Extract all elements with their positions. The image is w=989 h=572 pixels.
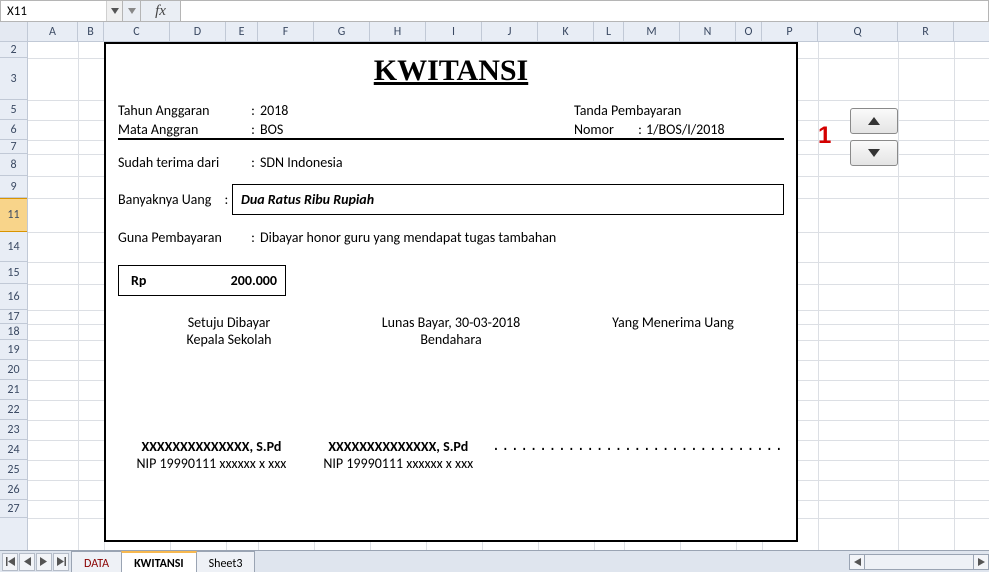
col-O[interactable]: O — [736, 22, 762, 41]
row-20[interactable]: 20 — [0, 360, 27, 380]
col-Q[interactable]: Q — [818, 22, 898, 41]
row-6[interactable]: 6 — [0, 120, 27, 140]
tab-nav-last[interactable] — [53, 553, 69, 571]
sudah-label: Sudah terima dari — [118, 154, 246, 171]
row-23[interactable]: 23 — [0, 420, 27, 440]
spinner-up-button[interactable] — [850, 108, 898, 134]
row-9[interactable]: 9 — [0, 176, 27, 198]
mata-value: BOS — [260, 121, 574, 138]
tanda-label: Tanda Pembayaran — [574, 102, 714, 119]
spinner-control — [850, 108, 898, 166]
cells-area[interactable]: KWITANSI Tahun Anggaran : 2018 Tanda Pem… — [28, 42, 989, 550]
row-18[interactable]: 18 — [0, 324, 27, 340]
sig-mid-name: XXXXXXXXXXXXXX, S.Pd — [305, 438, 492, 455]
col-N[interactable]: N — [680, 22, 736, 41]
col-R[interactable]: R — [898, 22, 954, 41]
row-24[interactable]: 24 — [0, 440, 27, 460]
col-H[interactable]: H — [370, 22, 426, 41]
spinner-value: 1 — [818, 122, 831, 150]
col-G[interactable]: G — [314, 22, 370, 41]
kwitansi-receipt: KWITANSI Tahun Anggaran : 2018 Tanda Pem… — [104, 42, 798, 542]
row-25[interactable]: 25 — [0, 460, 27, 480]
formula-bar: X11 fx — [0, 0, 989, 22]
row-5[interactable]: 5 — [0, 100, 27, 120]
tab-nav-next[interactable] — [36, 553, 52, 571]
col-I[interactable]: I — [426, 22, 482, 41]
row-11[interactable]: 11 — [0, 198, 27, 232]
amount-box: Dua Ratus Ribu Rupiah — [232, 184, 784, 215]
col-E[interactable]: E — [226, 22, 258, 41]
grid-body: 2356789111415161718192021222324252627 KW… — [0, 42, 989, 550]
horizontal-scrollbar[interactable] — [849, 551, 989, 572]
hscroll-left[interactable] — [849, 554, 865, 570]
rp-label: Rp — [131, 272, 146, 289]
col-K[interactable]: K — [538, 22, 594, 41]
sudah-value: SDN Indonesia — [260, 154, 784, 171]
bendahara-line: Bendahara — [340, 331, 562, 348]
row-21[interactable]: 21 — [0, 380, 27, 400]
row-7[interactable]: 7 — [0, 140, 27, 154]
formula-input[interactable] — [181, 1, 988, 21]
spinner-down-button[interactable] — [850, 140, 898, 166]
sheet-tab-strip: DATA KWITANSI Sheet3 — [0, 550, 989, 572]
sig-right-dots: ............................... — [492, 438, 784, 454]
tab-sheet3[interactable]: Sheet3 — [196, 551, 256, 572]
name-box-dropdown[interactable] — [106, 1, 122, 21]
col-D[interactable]: D — [170, 22, 226, 41]
row-27[interactable]: 27 — [0, 500, 27, 518]
col-J[interactable]: J — [482, 22, 538, 41]
col-B[interactable]: B — [78, 22, 104, 41]
tab-data[interactable]: DATA — [71, 551, 122, 572]
tahun-label: Tahun Anggaran — [118, 102, 246, 119]
col-A[interactable]: A — [28, 22, 78, 41]
nomor-value: 1/BOS/I/2018 — [646, 121, 725, 138]
col-F[interactable]: F — [258, 22, 314, 41]
rp-box: Rp 200.000 — [118, 265, 286, 296]
lunas-line: Lunas Bayar, 30-03-2018 — [340, 314, 562, 331]
row-26[interactable]: 26 — [0, 480, 27, 500]
col-P[interactable]: P — [762, 22, 818, 41]
col-C[interactable]: C — [104, 22, 170, 41]
receipt-title: KWITANSI — [118, 54, 784, 88]
rp-value: 200.000 — [231, 272, 277, 289]
sig-mid-nip: NIP 19990111 xxxxxx x xxx — [305, 455, 492, 472]
setuju-line2: Kepala Sekolah — [118, 331, 340, 348]
col-M[interactable]: M — [624, 22, 680, 41]
sig-left-nip: NIP 19990111 xxxxxx x xxx — [118, 455, 305, 472]
setuju-line1: Setuju Dibayar — [118, 314, 340, 331]
row-19[interactable]: 19 — [0, 340, 27, 360]
name-box[interactable]: X11 — [1, 1, 106, 21]
menerima-line: Yang Menerima Uang — [562, 314, 784, 331]
banyak-label: Banyaknya Uang — [118, 191, 221, 208]
fx-label[interactable]: fx — [141, 1, 181, 21]
row-3[interactable]: 3 — [0, 58, 27, 100]
row-headers: 2356789111415161718192021222324252627 — [0, 42, 28, 550]
nomor-label: Nomor — [574, 121, 634, 138]
sig-left-name: XXXXXXXXXXXXXX, S.Pd — [118, 438, 305, 455]
tahun-value: 2018 — [260, 102, 574, 119]
tab-nav-first[interactable] — [2, 553, 18, 571]
row-15[interactable]: 15 — [0, 262, 27, 284]
formula-expand[interactable] — [123, 1, 141, 21]
row-14[interactable]: 14 — [0, 232, 27, 262]
guna-value: Dibayar honor guru yang mendapat tugas t… — [260, 229, 784, 246]
col-L[interactable]: L — [594, 22, 624, 41]
hscroll-track[interactable] — [865, 554, 973, 570]
column-headers: A B C D E F G H I J K L M N O P Q R — [0, 22, 989, 42]
select-all-corner[interactable] — [0, 22, 28, 41]
guna-label: Guna Pembayaran — [118, 229, 246, 246]
hscroll-right[interactable] — [973, 554, 989, 570]
row-2[interactable]: 2 — [0, 42, 27, 58]
row-16[interactable]: 16 — [0, 284, 27, 310]
tab-nav-prev[interactable] — [19, 553, 35, 571]
mata-label: Mata Anggran — [118, 121, 246, 138]
tab-kwitansi[interactable]: KWITANSI — [121, 551, 197, 572]
row-22[interactable]: 22 — [0, 400, 27, 420]
row-8[interactable]: 8 — [0, 154, 27, 176]
row-17[interactable]: 17 — [0, 310, 27, 324]
